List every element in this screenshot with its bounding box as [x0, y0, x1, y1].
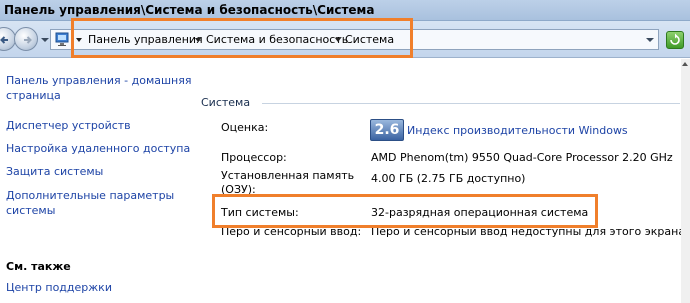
sidebar-item-system-protection[interactable]: Защита системы [6, 164, 103, 179]
memory-label: Установленная память [221, 169, 355, 182]
vertical-scrollbar[interactable] [681, 59, 690, 303]
recent-pages-chevron-icon[interactable] [41, 38, 49, 42]
back-arrow-icon [0, 36, 8, 44]
breadcrumb-highlight-box [71, 18, 413, 58]
see-also-heading: См. также [6, 260, 71, 273]
refresh-icon [670, 33, 680, 45]
processor-value: AMD Phenom(tm) 9550 Quad-Core Processor … [371, 151, 673, 164]
sidebar-item-action-center[interactable]: Центр поддержки [6, 280, 112, 295]
go-refresh-button[interactable] [666, 31, 684, 49]
sidebar-item-device-manager[interactable]: Диспетчер устройств [6, 118, 131, 133]
address-dropdown-icon[interactable] [646, 38, 654, 42]
performance-score-badge[interactable]: 2.6 [370, 119, 404, 141]
processor-label: Процессор: [221, 151, 287, 164]
memory-value: 4.00 ГБ (2.75 ГБ доступно) [371, 172, 526, 185]
sidebar-item-control-panel-home[interactable]: Панель управления - домашняя [6, 73, 191, 88]
sidebar-item-remote-settings[interactable]: Настройка удаленного доступа [6, 141, 190, 156]
forward-arrow-icon [24, 36, 32, 44]
performance-index-link[interactable]: Индекс производительности Windows [407, 124, 628, 137]
sidebar-item-advanced-settings[interactable]: Дополнительные параметры [6, 188, 174, 203]
system-section-title: Система [201, 96, 251, 109]
window-title: Панель управления\Система и безопасность… [4, 3, 375, 17]
system-type-highlight-box [212, 194, 598, 228]
rating-label: Оценка: [221, 121, 269, 134]
section-divider [262, 103, 680, 104]
sidebar-item-advanced-settings-cont[interactable]: системы [6, 203, 55, 218]
sidebar-item-control-panel-home-cont[interactable]: страница [6, 88, 61, 103]
scroll-up-arrow-icon[interactable] [682, 62, 688, 66]
forward-button[interactable] [14, 27, 38, 51]
control-panel-icon [55, 32, 69, 46]
